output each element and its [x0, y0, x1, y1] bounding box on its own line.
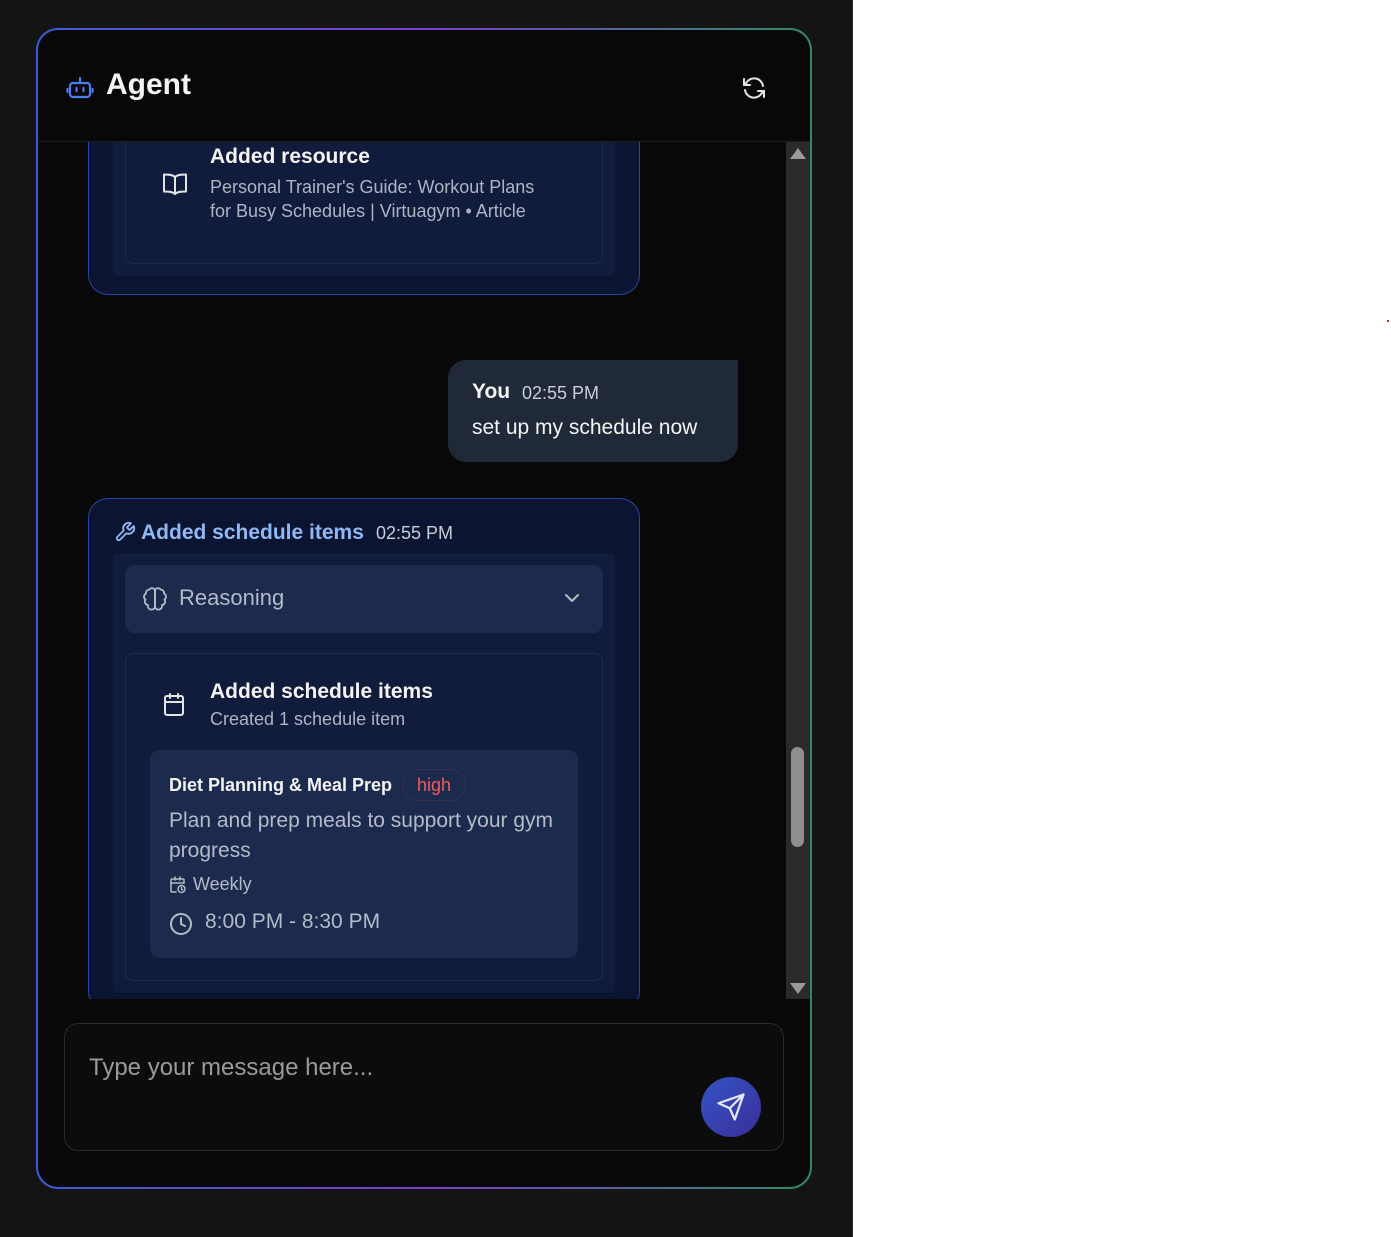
schedule-item-frequency: Weekly — [193, 874, 252, 894]
wrench-icon — [115, 521, 136, 542]
priority-badge: high — [402, 769, 467, 801]
user-message-bubble: You 02:55 PM set up my schedule now — [448, 360, 738, 462]
schedule-inner: Reasoning Added schedule items Created 1… — [113, 553, 615, 993]
schedule-item[interactable]: Diet Planning & Meal Prep high Plan and … — [150, 750, 578, 958]
send-icon — [717, 1093, 745, 1121]
schedule-item-description: Plan and prep meals to support your gym … — [169, 809, 554, 862]
message-composer — [64, 1023, 784, 1151]
resource-inner: Added resource Personal Trainer's Guide:… — [113, 142, 615, 276]
resource-title: Added resource — [210, 145, 370, 168]
app-background: Agent Added resource Personal Trainer's … — [0, 0, 853, 1237]
reasoning-toggle[interactable]: Reasoning — [125, 565, 603, 633]
page-title: Agent — [106, 68, 191, 101]
scroll-up-arrow[interactable] — [790, 148, 806, 159]
message-list[interactable]: Added resource Personal Trainer's Guide:… — [38, 142, 786, 999]
bot-icon — [66, 76, 94, 99]
schedule-item-name: Diet Planning & Meal Prep — [169, 775, 393, 795]
resource-tool-box: Added resource Personal Trainer's Guide:… — [125, 142, 603, 264]
schedule-item-time: 8:00 PM - 8:30 PM — [205, 910, 381, 933]
stray-pixel — [1387, 320, 1389, 322]
reasoning-label: Reasoning — [179, 585, 285, 610]
schedule-message-card: Added schedule items 02:55 PM Reasoning — [88, 498, 640, 999]
resource-message-card: Added resource Personal Trainer's Guide:… — [88, 142, 640, 295]
resource-line-2: for Busy Schedules | Virtuagym • Article — [210, 201, 526, 221]
user-name: You — [472, 380, 511, 403]
send-button[interactable] — [701, 1077, 761, 1137]
message-input[interactable] — [89, 1048, 669, 1088]
user-timestamp: 02:55 PM — [522, 383, 600, 403]
schedule-tool-title: Added schedule items — [210, 680, 433, 703]
schedule-card-title: Added schedule items — [141, 521, 364, 544]
scroll-thumb[interactable] — [791, 747, 804, 847]
schedule-card-timestamp: 02:55 PM — [376, 523, 454, 543]
chevron-down-icon — [565, 594, 579, 602]
user-message-text: set up my schedule now — [472, 416, 698, 439]
chat-scrollbar[interactable] — [786, 142, 810, 999]
refresh-icon[interactable] — [740, 74, 768, 102]
scroll-down-arrow[interactable] — [790, 983, 806, 994]
schedule-tool-box: Added schedule items Created 1 schedule … — [125, 653, 603, 981]
chat-header: Agent — [38, 30, 810, 142]
brain-icon — [143, 587, 167, 611]
calendar-clock-icon — [170, 876, 186, 894]
agent-chat-panel: Agent Added resource Personal Trainer's … — [36, 28, 812, 1189]
calendar-icon — [164, 693, 184, 716]
book-open-icon — [163, 173, 187, 195]
schedule-tool-subtitle: Created 1 schedule item — [210, 709, 406, 729]
clock-icon — [170, 913, 192, 935]
resource-line-1: Personal Trainer's Guide: Workout Plans — [210, 177, 535, 197]
